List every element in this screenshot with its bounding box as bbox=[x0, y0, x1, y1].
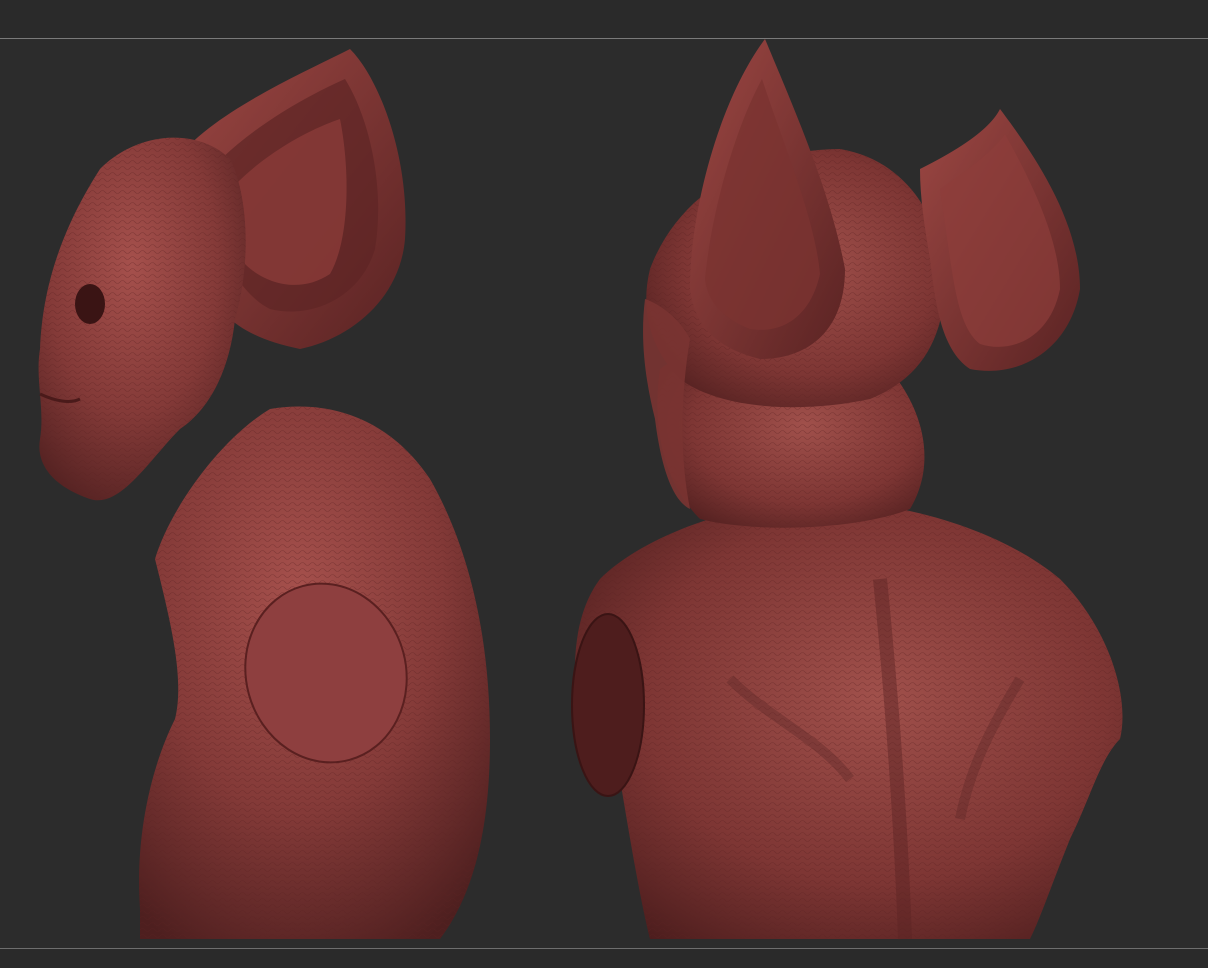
viewport-canvas[interactable] bbox=[0, 39, 1208, 948]
bottom-toolbar bbox=[0, 949, 1208, 968]
sculpt-back-view bbox=[571, 39, 1123, 940]
sculpt-side-view bbox=[38, 49, 490, 940]
3d-viewport[interactable] bbox=[0, 39, 1208, 948]
sculpt-app-window bbox=[0, 0, 1208, 968]
top-toolbar bbox=[0, 0, 1208, 38]
